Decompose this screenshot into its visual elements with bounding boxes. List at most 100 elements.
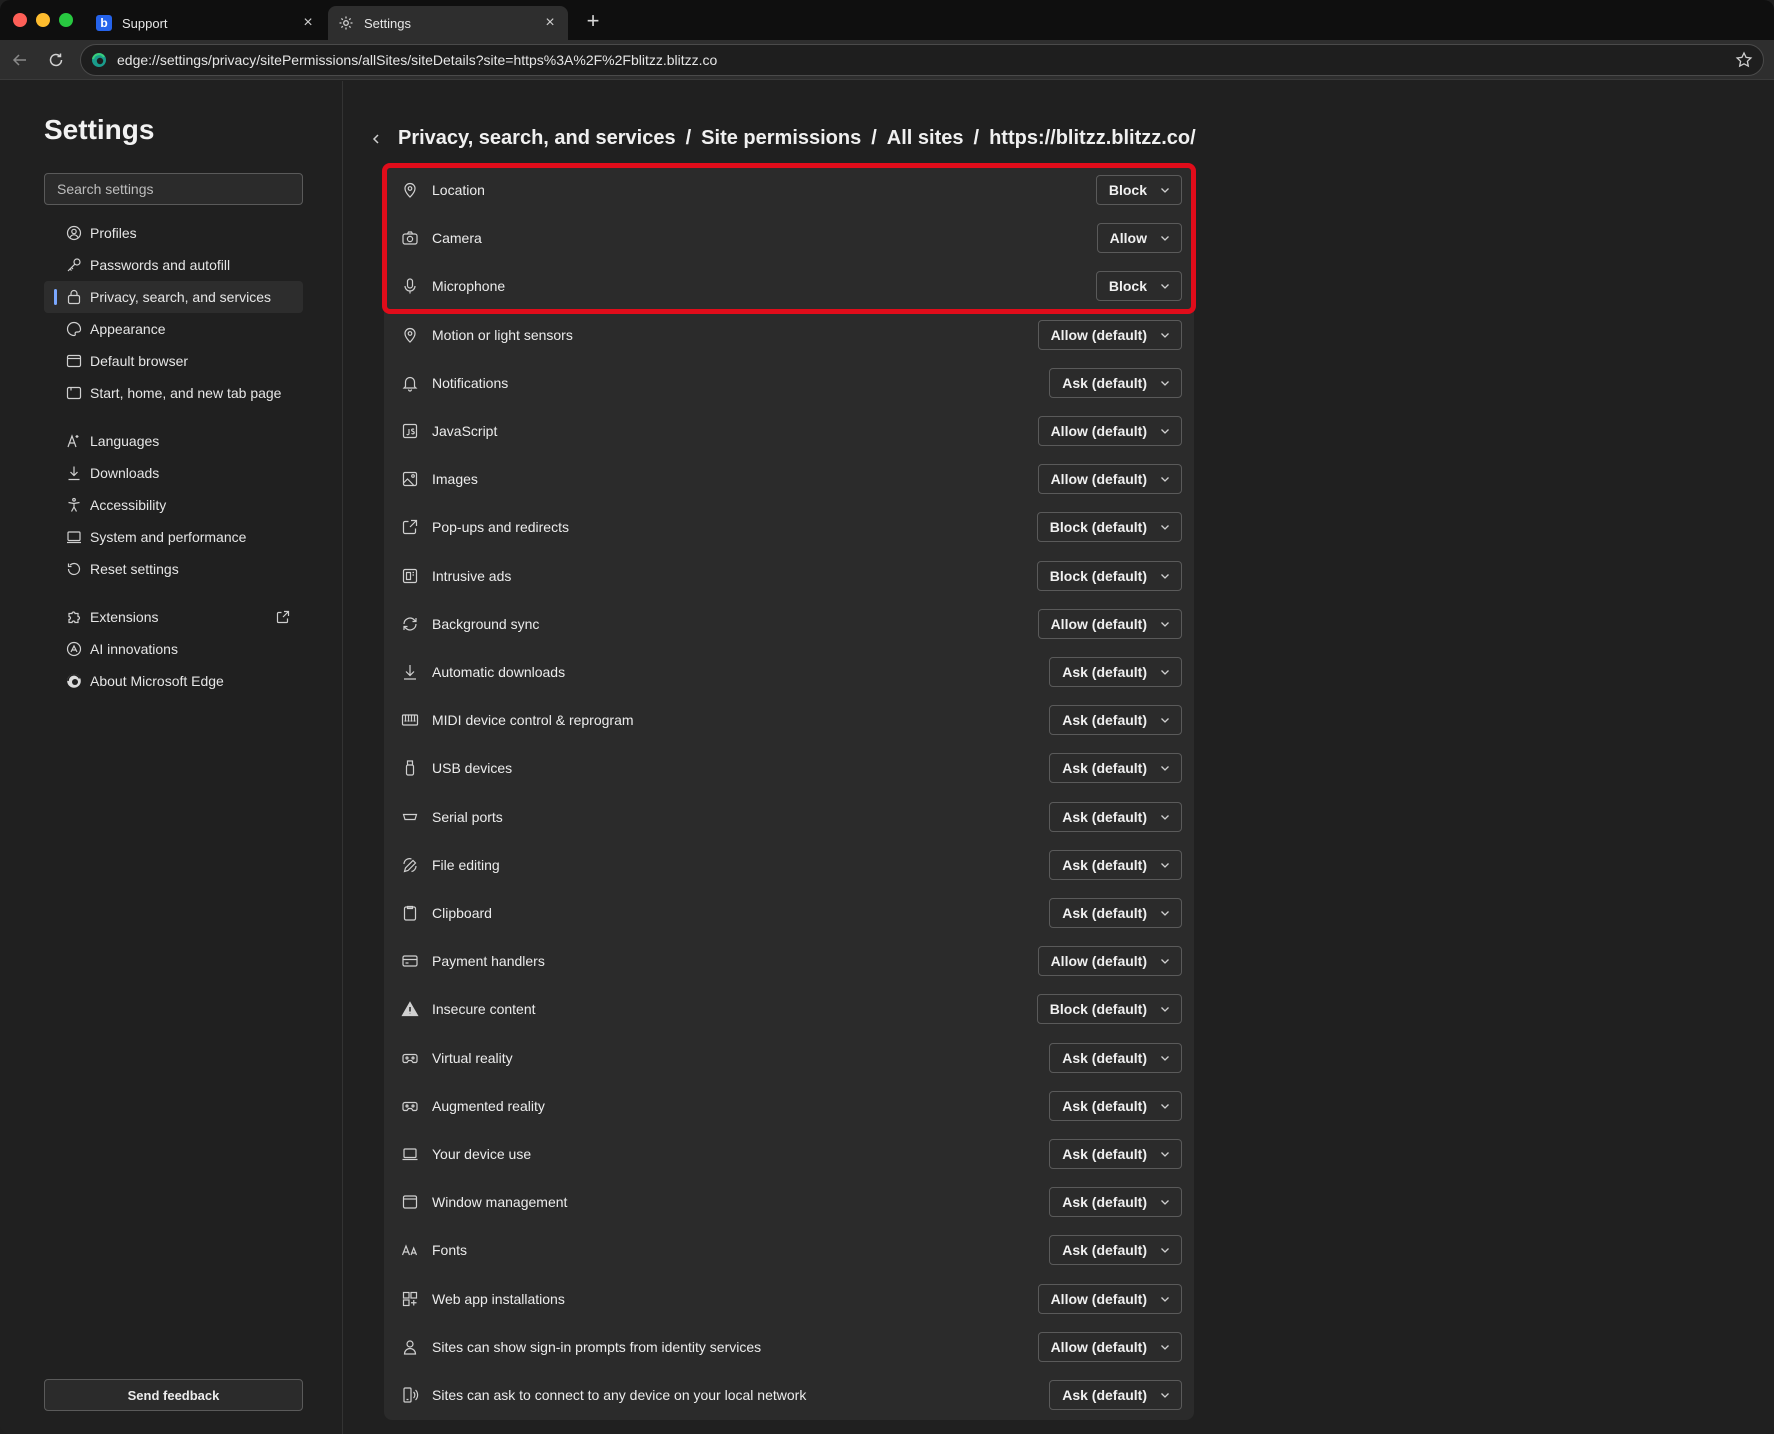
permission-dropdown[interactable]: Ask (default) bbox=[1049, 1042, 1182, 1073]
permission-dropdown[interactable]: Block bbox=[1095, 175, 1182, 205]
permission-dropdown[interactable]: Allow (default) bbox=[1037, 1283, 1182, 1314]
minimize-window-button[interactable] bbox=[36, 13, 50, 27]
close-tab-icon[interactable]: × bbox=[300, 14, 316, 31]
sidebar-item-system[interactable]: System and performance bbox=[44, 521, 303, 553]
permission-value: Block (default) bbox=[1049, 1001, 1147, 1018]
microphone-icon bbox=[401, 277, 419, 295]
sidebar-item-reset[interactable]: Reset settings bbox=[44, 553, 303, 585]
permission-dropdown[interactable]: Allow (default) bbox=[1037, 1331, 1182, 1362]
sidebar-item-label: Start, home, and new tab page bbox=[90, 385, 282, 401]
chevron-down-icon bbox=[1159, 907, 1171, 919]
chevron-down-icon bbox=[1159, 1100, 1171, 1112]
sidebar-item-languages[interactable]: Languages bbox=[44, 425, 303, 457]
permission-dropdown[interactable]: Ask (default) bbox=[1049, 753, 1182, 784]
permission-dropdown[interactable]: Allow (default) bbox=[1037, 416, 1182, 446]
permission-dropdown[interactable]: Allow (default) bbox=[1037, 464, 1182, 495]
permission-dropdown[interactable]: Allow bbox=[1096, 223, 1182, 254]
chevron-down-icon bbox=[1159, 1293, 1171, 1305]
send-feedback-button[interactable]: Send feedback bbox=[44, 1379, 303, 1411]
favorite-star-icon[interactable] bbox=[1735, 51, 1753, 69]
sidebar-item-extensions[interactable]: Extensions bbox=[44, 601, 303, 633]
reload-icon[interactable] bbox=[44, 48, 68, 72]
permission-dropdown[interactable]: Ask (default) bbox=[1049, 849, 1182, 880]
close-window-button[interactable] bbox=[13, 13, 27, 27]
settings-sidebar: Settings Profiles Passwords and autofill… bbox=[0, 81, 343, 1434]
permission-value: Ask (default) bbox=[1062, 1049, 1147, 1066]
permission-dropdown[interactable]: Ask (default) bbox=[1049, 1187, 1182, 1218]
sidebar-item-appearance[interactable]: Appearance bbox=[44, 313, 303, 345]
permission-dropdown[interactable]: Ask (default) bbox=[1049, 1090, 1182, 1121]
browser-window: b Support × Settings × + edge://settings… bbox=[0, 0, 1774, 1434]
sidebar-item-label: Profiles bbox=[90, 225, 137, 241]
sidebar-item-start-home[interactable]: Start, home, and new tab page bbox=[44, 377, 303, 409]
chevron-down-icon bbox=[1159, 184, 1171, 196]
permission-dropdown[interactable]: Allow (default) bbox=[1037, 319, 1182, 350]
tab-support[interactable]: b Support × bbox=[86, 6, 326, 40]
permission-dropdown[interactable]: Block bbox=[1095, 271, 1182, 302]
permission-dropdown[interactable]: Allow (default) bbox=[1037, 946, 1182, 977]
permission-label: Serial ports bbox=[432, 808, 503, 825]
settings-title: Settings bbox=[44, 114, 155, 145]
identity-icon bbox=[401, 1338, 419, 1356]
tab-title: Support bbox=[122, 15, 168, 31]
permission-label: Window management bbox=[432, 1194, 568, 1211]
permission-value: Allow (default) bbox=[1050, 423, 1147, 439]
chevron-down-icon bbox=[1159, 955, 1171, 967]
permission-row-images: Images Allow (default) bbox=[384, 455, 1194, 503]
permission-dropdown[interactable]: Ask (default) bbox=[1049, 898, 1182, 928]
permission-dropdown[interactable]: Ask (default) bbox=[1049, 705, 1182, 736]
breadcrumb-all-sites[interactable]: All sites bbox=[887, 127, 964, 150]
permission-value: Block (default) bbox=[1049, 567, 1147, 584]
breadcrumb-site-permissions[interactable]: Site permissions bbox=[701, 127, 861, 150]
back-arrow-icon[interactable] bbox=[8, 48, 32, 72]
permission-dropdown[interactable]: Allow (default) bbox=[1037, 608, 1182, 639]
permission-dropdown[interactable]: Block (default) bbox=[1036, 512, 1182, 543]
permission-label: Fonts bbox=[432, 1242, 468, 1259]
extensions-icon bbox=[66, 609, 82, 625]
permission-dropdown[interactable]: Block (default) bbox=[1036, 560, 1182, 591]
sidebar-item-profiles[interactable]: Profiles bbox=[44, 217, 303, 249]
search-settings-input[interactable] bbox=[44, 173, 303, 205]
tab-title: Settings bbox=[364, 15, 411, 31]
permission-dropdown[interactable]: Ask (default) bbox=[1049, 367, 1182, 398]
maximize-window-button[interactable] bbox=[59, 13, 73, 27]
breadcrumb-privacy[interactable]: Privacy, search, and services bbox=[398, 127, 676, 150]
payment-icon bbox=[401, 952, 419, 970]
languages-icon bbox=[66, 433, 82, 449]
permission-value: Allow (default) bbox=[1050, 1290, 1147, 1307]
sidebar-item-accessibility[interactable]: Accessibility bbox=[44, 489, 303, 521]
chevron-left-icon[interactable] bbox=[366, 129, 386, 149]
permission-value: Ask (default) bbox=[1062, 760, 1147, 777]
chevron-down-icon bbox=[1159, 521, 1171, 533]
chevron-down-icon bbox=[1159, 232, 1171, 244]
sidebar-item-default-browser[interactable]: Default browser bbox=[44, 345, 303, 377]
chevron-down-icon bbox=[1159, 762, 1171, 774]
home-icon bbox=[66, 385, 82, 401]
permission-dropdown[interactable]: Ask (default) bbox=[1049, 1235, 1182, 1266]
permission-label: Clipboard bbox=[432, 905, 492, 921]
sidebar-item-privacy[interactable]: Privacy, search, and services bbox=[44, 281, 303, 313]
sync-icon bbox=[401, 615, 419, 633]
permission-row-background-sync: Background sync Allow (default) bbox=[384, 600, 1194, 648]
sidebar-item-about[interactable]: About Microsoft Edge bbox=[44, 665, 303, 697]
permission-value: Block bbox=[1108, 182, 1147, 198]
sidebar-item-ai-innovations[interactable]: AI innovations bbox=[44, 633, 303, 665]
permission-label: Microphone bbox=[432, 278, 506, 295]
permission-dropdown[interactable]: Ask (default) bbox=[1049, 801, 1182, 832]
new-tab-button[interactable]: + bbox=[580, 8, 606, 34]
permission-dropdown[interactable]: Ask (default) bbox=[1049, 657, 1182, 687]
permission-value: Allow (default) bbox=[1050, 615, 1147, 632]
permission-row-midi-device-control-reprogram: MIDI device control & reprogram Ask (defa… bbox=[384, 696, 1194, 744]
address-bar[interactable]: edge://settings/privacy/sitePermissions/… bbox=[80, 44, 1764, 76]
sidebar-item-downloads[interactable]: Downloads bbox=[44, 457, 303, 489]
sidebar-item-label: System and performance bbox=[90, 529, 247, 545]
permission-label: Pop-ups and redirects bbox=[432, 519, 569, 536]
permission-label: USB devices bbox=[432, 760, 513, 777]
permission-dropdown[interactable]: Ask (default) bbox=[1049, 1139, 1182, 1169]
permission-dropdown[interactable]: Block (default) bbox=[1036, 994, 1182, 1025]
permission-dropdown[interactable]: Ask (default) bbox=[1049, 1380, 1182, 1410]
tab-settings[interactable]: Settings × bbox=[328, 6, 568, 40]
close-tab-icon[interactable]: × bbox=[542, 14, 558, 31]
sidebar-item-label: AI innovations bbox=[90, 641, 178, 657]
sidebar-item-passwords[interactable]: Passwords and autofill bbox=[44, 249, 303, 281]
